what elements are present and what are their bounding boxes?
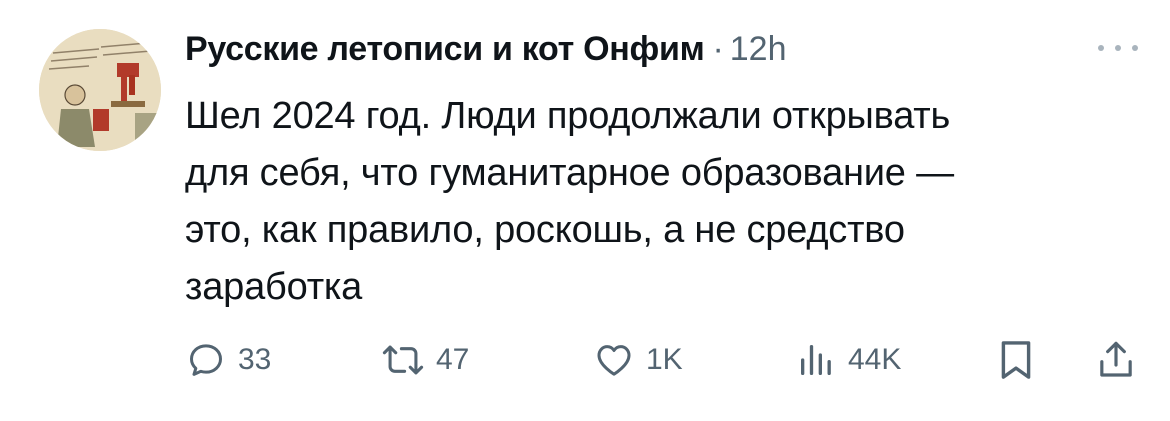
header-separator: · <box>712 29 724 68</box>
bookmark-button[interactable] <box>998 334 1034 386</box>
bookmark-icon <box>1001 341 1031 379</box>
share-button[interactable] <box>1096 334 1136 386</box>
reply-count: 33 <box>238 343 272 376</box>
ellipsis-icon <box>1098 45 1138 51</box>
share-icon <box>1100 341 1132 377</box>
tweet-text: Шел 2024 год. Люди продолжали открывать … <box>185 95 954 308</box>
retweet-button[interactable]: 47 <box>382 334 469 386</box>
like-count: 1K <box>646 343 683 376</box>
more-options-button[interactable] <box>1098 36 1138 60</box>
views-button[interactable]: 44K <box>796 334 901 386</box>
timestamp[interactable]: 12h <box>730 30 787 69</box>
reply-icon <box>190 344 222 376</box>
reply-button[interactable]: 33 <box>186 334 271 386</box>
retweet-icon <box>382 345 424 375</box>
retweet-count: 47 <box>436 343 470 376</box>
avatar[interactable] <box>39 29 161 151</box>
action-bar: 33 47 1K 44K <box>186 334 1146 386</box>
views-icon <box>801 345 831 375</box>
heart-icon <box>597 345 631 376</box>
tweet[interactable]: Русские летописи и кот Онфим · 12h Шел 2… <box>0 0 1170 421</box>
views-count: 44K <box>848 343 902 376</box>
avatar-image <box>39 29 161 151</box>
like-button[interactable]: 1K <box>594 334 683 386</box>
tweet-header: Русские летописи и кот Онфим · 12h <box>185 26 787 72</box>
display-name[interactable]: Русские летописи и кот Онфим <box>185 30 705 69</box>
